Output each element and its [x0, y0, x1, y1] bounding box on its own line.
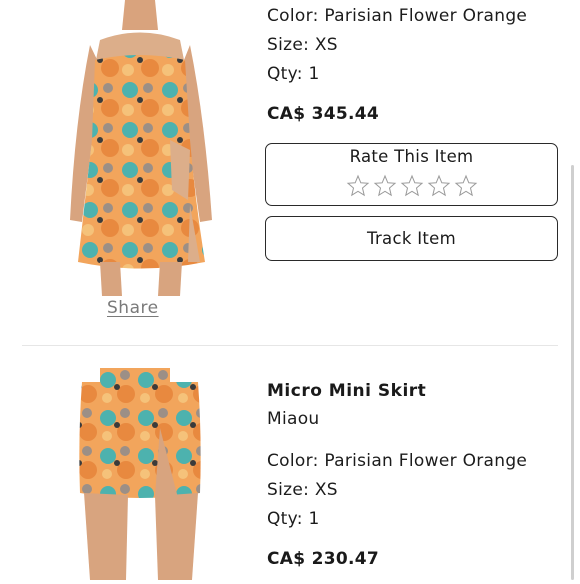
item2-price: CA$ 230.47 [267, 549, 379, 569]
star-rating [346, 174, 478, 198]
item2-brand: Miaou [267, 409, 320, 429]
product-image-skirt[interactable] [60, 368, 220, 580]
track-item-button[interactable]: Track Item [265, 216, 558, 261]
star-outline-icon[interactable] [373, 174, 397, 198]
product-image-dress[interactable] [40, 0, 240, 296]
item1-size: Size: XS [267, 35, 338, 55]
item1-price: CA$ 345.44 [267, 104, 379, 124]
rate-item-label: Rate This Item [349, 147, 474, 166]
item2-qty: Qty: 1 [267, 509, 320, 529]
rate-item-panel: Rate This Item [265, 143, 558, 206]
scrollbar[interactable] [571, 165, 574, 580]
star-outline-icon[interactable] [427, 174, 451, 198]
item1-qty: Qty: 1 [267, 64, 320, 84]
item2-size: Size: XS [267, 480, 338, 500]
item-divider [22, 345, 558, 346]
item2-color: Color: Parisian Flower Orange [267, 451, 528, 471]
star-outline-icon[interactable] [454, 174, 478, 198]
item2-title[interactable]: Micro Mini Skirt [267, 381, 426, 401]
star-outline-icon[interactable] [346, 174, 370, 198]
star-outline-icon[interactable] [400, 174, 424, 198]
item1-color: Color: Parisian Flower Orange [267, 6, 528, 26]
share-link[interactable]: Share [107, 298, 159, 318]
